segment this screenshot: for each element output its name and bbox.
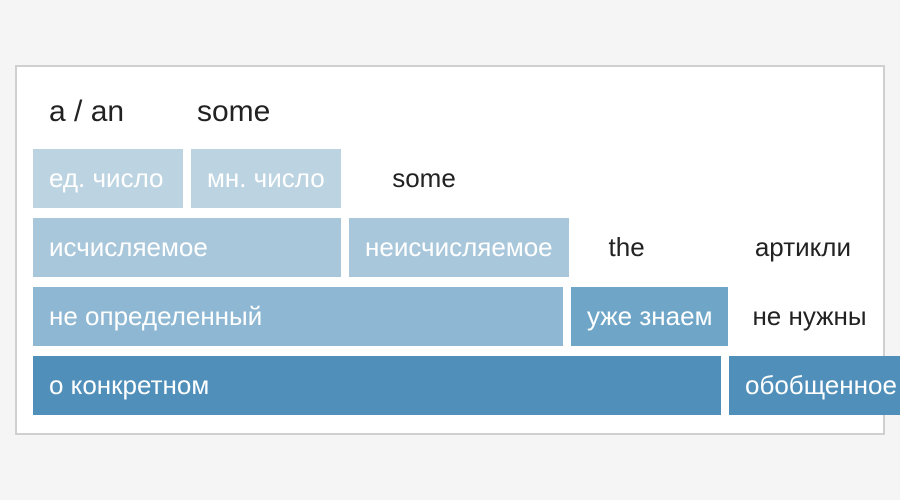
label-some-mid: some	[349, 149, 499, 208]
articles-diagram: a / an some ед. число мн. число some исч…	[15, 65, 885, 435]
block-indefinite: не определенный	[33, 287, 563, 346]
block-countable: исчисляемое	[33, 218, 341, 277]
row-number: ед. число мн. число some	[33, 149, 867, 208]
block-generalized: обобщенное	[729, 356, 900, 415]
label-articles: артикли	[727, 218, 867, 277]
block-about-specific: о конкретном	[33, 356, 721, 415]
label-a-an: a / an	[33, 85, 173, 139]
row-definiteness: не определенный уже знаем не нужны	[33, 287, 867, 346]
label-the: the	[577, 218, 677, 277]
label-not-needed: не нужны	[736, 287, 882, 346]
block-singular: ед. число	[33, 149, 183, 208]
block-plural: мн. число	[191, 149, 341, 208]
block-already-known: уже знаем	[571, 287, 728, 346]
row-specificity: о конкретном обобщенное	[33, 356, 867, 415]
row-countability: исчисляемое неисчисляемое the артикли	[33, 218, 867, 277]
block-uncountable: неисчисляемое	[349, 218, 569, 277]
row-top-labels: a / an some	[33, 85, 867, 139]
label-some-top: some	[181, 85, 301, 139]
